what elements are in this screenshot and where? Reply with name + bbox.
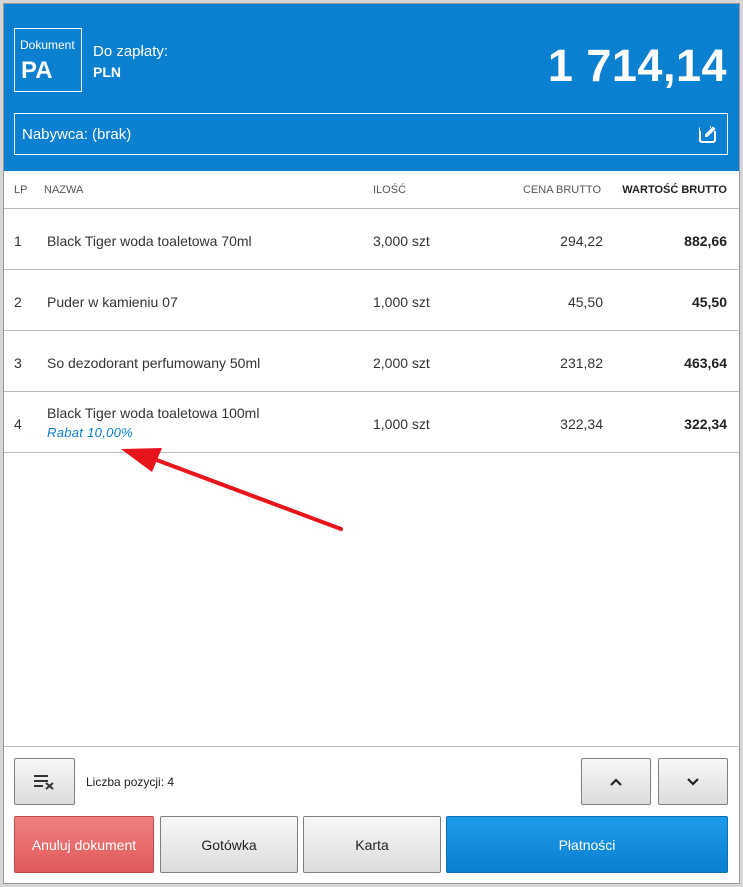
- item-count: Liczba pozycji: 4: [86, 775, 175, 789]
- table-row[interactable]: 2 Puder w kamieniu 07 1,000 szt 45,50 45…: [4, 270, 739, 330]
- document-type: PA: [21, 57, 53, 84]
- row-value: 322,34: [684, 416, 727, 432]
- document-label: Dokument: [20, 38, 75, 52]
- row-value: 45,50: [691, 294, 727, 310]
- row-quantity: 3,000 szt: [373, 233, 430, 249]
- table-row[interactable]: 3 So dezodorant perfumowany 50ml 2,000 s…: [4, 331, 739, 391]
- row-lp: 4: [14, 416, 22, 432]
- row-lp: 2: [14, 294, 22, 310]
- row-value: 882,66: [684, 233, 727, 249]
- row-name: So dezodorant perfumowany 50ml: [47, 355, 261, 371]
- column-lp: LP: [14, 184, 28, 196]
- payments-button[interactable]: Płatności: [446, 816, 728, 873]
- clear-list-button[interactable]: [14, 758, 75, 805]
- row-quantity: 1,000 szt: [373, 294, 430, 310]
- column-quantity: ILOŚĆ: [373, 184, 407, 196]
- cash-button[interactable]: Gotówka: [160, 816, 298, 873]
- divider: [4, 452, 739, 453]
- row-price: 322,34: [560, 416, 603, 432]
- card-button[interactable]: Karta: [303, 816, 441, 873]
- pos-window: Dokument PA Do zapłaty: PLN 1 714,14 Nab…: [3, 3, 740, 884]
- document-header: Dokument PA Do zapłaty: PLN 1 714,14 Nab…: [4, 4, 739, 171]
- table-row[interactable]: 1 Black Tiger woda toaletowa 70ml 3,000 …: [4, 209, 739, 269]
- buyer-label: Nabywca: (brak): [22, 126, 132, 143]
- row-name: Puder w kamieniu 07: [47, 294, 178, 310]
- row-price: 231,82: [560, 355, 603, 371]
- divider: [4, 746, 739, 747]
- row-price: 294,22: [560, 233, 603, 249]
- currency-label: PLN: [93, 64, 121, 80]
- buyer-field[interactable]: Nabywca: (brak): [14, 113, 728, 155]
- document-type-box[interactable]: Dokument PA: [14, 28, 82, 92]
- column-name: NAZWA: [44, 184, 84, 196]
- row-quantity: 1,000 szt: [373, 416, 430, 432]
- row-lp: 1: [14, 233, 22, 249]
- row-discount: Rabat 10,00%: [47, 425, 133, 440]
- table-row[interactable]: 4 Black Tiger woda toaletowa 100ml Rabat…: [4, 392, 739, 452]
- row-value: 463,64: [684, 355, 727, 371]
- scroll-up-button[interactable]: [581, 758, 651, 805]
- scroll-down-button[interactable]: [658, 758, 728, 805]
- row-name: Black Tiger woda toaletowa 70ml: [47, 233, 252, 249]
- row-quantity: 2,000 szt: [373, 355, 430, 371]
- total-amount: 1 714,14: [547, 40, 727, 91]
- clear-list-icon: [33, 774, 54, 790]
- column-price: CENA BRUTTO: [522, 184, 601, 196]
- cancel-document-button[interactable]: Anuluj dokument: [14, 816, 154, 873]
- edit-icon[interactable]: [698, 124, 718, 144]
- column-value: WARTOŚĆ BRUTTO: [622, 184, 727, 196]
- row-lp: 3: [14, 355, 22, 371]
- row-price: 45,50: [567, 294, 603, 310]
- chevron-down-icon: [687, 777, 699, 786]
- chevron-up-icon: [610, 777, 622, 786]
- row-name: Black Tiger woda toaletowa 100ml: [47, 405, 260, 421]
- amount-due-label: Do zapłaty:: [93, 43, 169, 60]
